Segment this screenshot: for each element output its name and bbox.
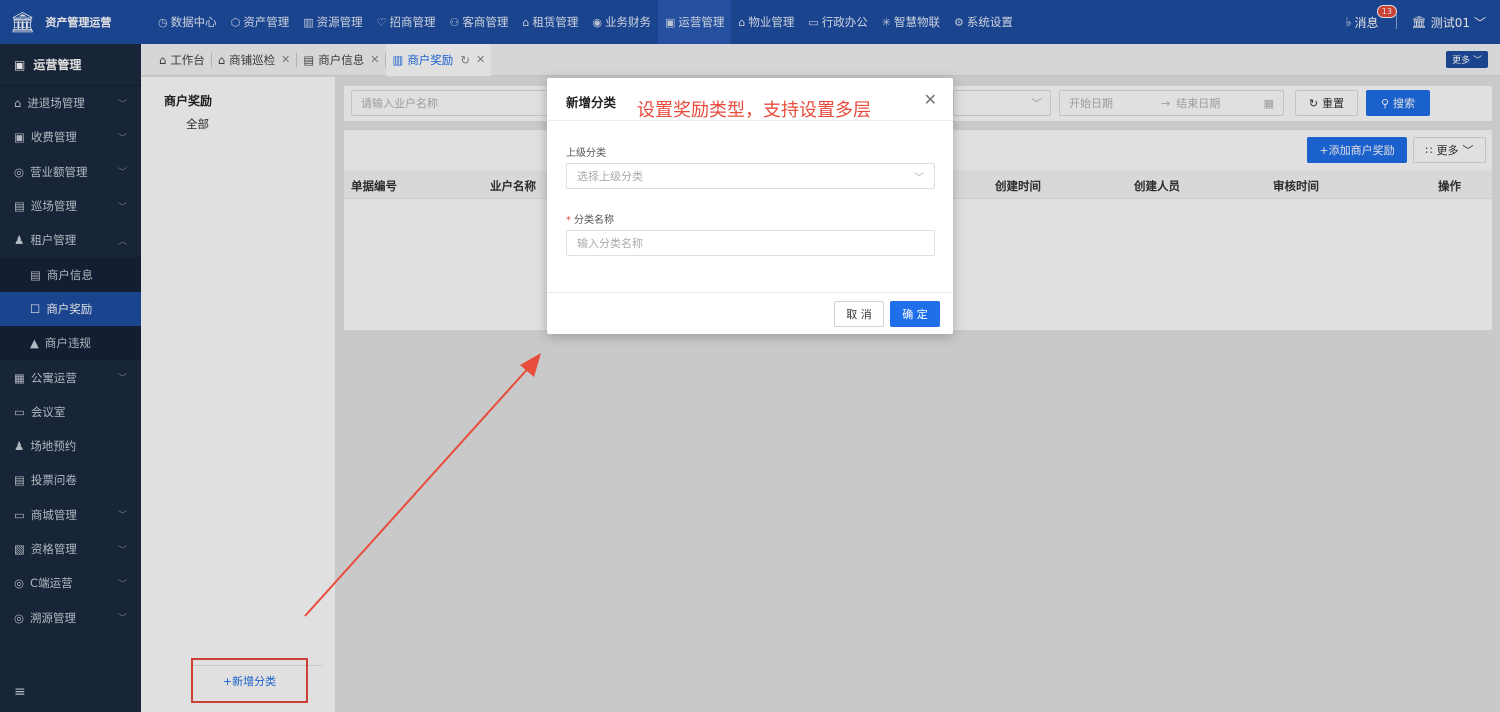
required-mark: * — [566, 215, 571, 226]
parent-category-label: 上级分类 — [566, 148, 606, 159]
category-name-label: * 分类名称 — [566, 211, 614, 226]
parent-category-placeholder: 选择上级分类 — [577, 170, 643, 183]
annotation-text: 设置奖励类型，支持设置多层 — [637, 100, 871, 121]
parent-category-select[interactable]: 选择上级分类 ﹀ — [566, 163, 935, 189]
close-icon[interactable]: ✕ — [924, 90, 937, 109]
confirm-button[interactable]: 确 定 — [890, 301, 940, 327]
category-name-input[interactable]: 输入分类名称 — [566, 230, 935, 256]
dialog-title: 新增分类 — [566, 95, 617, 110]
cancel-button[interactable]: 取 消 — [834, 301, 884, 327]
chevron-down-icon: ﹀ — [914, 172, 924, 184]
dialog-footer: 取 消 确 定 — [547, 292, 953, 334]
category-name-label-text: 分类名称 — [574, 215, 614, 226]
